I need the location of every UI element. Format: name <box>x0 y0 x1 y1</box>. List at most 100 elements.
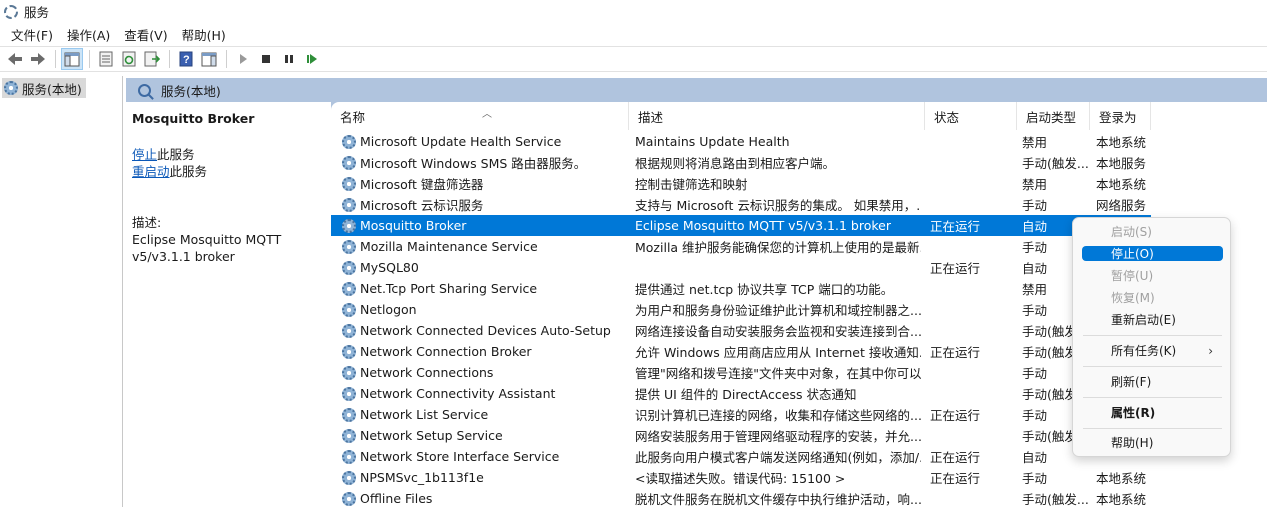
service-row[interactable]: Network Connection Broker 允许 Windows 应用商店… <box>331 341 1151 362</box>
export-icon[interactable] <box>141 48 163 70</box>
column-header-log-on-as[interactable]: 登录为 <box>1090 102 1151 130</box>
column-header-description[interactable]: 描述 <box>629 102 925 130</box>
service-row[interactable]: Network Setup Service 网络安装服务用于管理网络驱动程序的安装… <box>331 425 1151 446</box>
gear-icon <box>342 281 356 296</box>
service-name: Microsoft Windows SMS 路由器服务。 <box>360 156 587 171</box>
service-log-on-as: 本地系统 <box>1096 135 1147 150</box>
service-row[interactable]: Microsoft 键盘筛选器 控制击键筛选和映射 禁用 本地系统 <box>331 173 1151 194</box>
service-row[interactable]: Network Store Interface Service 此服务向用户模式客… <box>331 446 1151 467</box>
service-row[interactable]: Microsoft Windows SMS 路由器服务。 根据规则将消息路由到相应… <box>331 152 1151 173</box>
menu-view[interactable]: 查看(V) <box>117 25 174 44</box>
service-description: 根据规则将消息路由到相应客户端。 <box>635 156 836 171</box>
service-name-cell: Network Connected Devices Auto-Setup <box>342 320 629 341</box>
service-name-cell: Mozilla Maintenance Service <box>342 236 629 257</box>
service-row[interactable]: Mosquitto Broker Eclipse Mosquitto MQTT v… <box>331 215 1151 236</box>
service-name: NPSMSvc_1b113f1e <box>360 470 484 485</box>
gear-icon <box>342 323 356 338</box>
service-log-on-as: 本地系统 <box>1096 177 1147 192</box>
gear-icon <box>342 386 356 401</box>
gear-icon <box>342 260 356 275</box>
service-log-on-as: 本地服务 <box>1096 156 1147 171</box>
menu-action[interactable]: 操作(A) <box>60 25 117 44</box>
service-row[interactable]: MySQL80 正在运行 自动 <box>331 257 1151 278</box>
service-name: Microsoft 云标识服务 <box>360 198 484 213</box>
action-pane-icon[interactable] <box>198 48 220 70</box>
service-row[interactable]: Mozilla Maintenance Service Mozilla 维护服务能… <box>331 236 1151 257</box>
service-status <box>930 278 1015 299</box>
service-status: 正在运行 <box>930 408 981 423</box>
service-row[interactable]: Network Connectivity Assistant 提供 UI 组件的 … <box>331 383 1151 404</box>
context-menu-help[interactable]: 帮助(H) <box>1082 435 1223 450</box>
service-name: Network List Service <box>360 407 489 422</box>
tree-item-services-local[interactable]: 服务(本地) <box>2 78 86 98</box>
service-row[interactable]: Network Connections 管理"网络和拨号连接"文件夹中对象，在其中… <box>331 362 1151 383</box>
properties-icon[interactable] <box>95 48 117 70</box>
service-row[interactable]: Offline Files 脱机文件服务在脱机文件缓存中执行维护活动，响... 手动… <box>331 488 1151 507</box>
context-menu-pause[interactable]: 暂停(U) <box>1082 268 1223 283</box>
stop-service-line: 停止此服务 <box>132 146 325 163</box>
context-menu-restart[interactable]: 重新启动(E) <box>1082 312 1223 327</box>
gear-icon <box>342 197 356 212</box>
service-startup-type: 禁用 <box>1022 177 1048 192</box>
pane-header-title: 服务(本地) <box>161 83 221 99</box>
gear-icon <box>342 155 356 170</box>
context-menu-all-tasks-label: 所有任务(K) <box>1111 344 1177 358</box>
context-menu-stop[interactable]: 停止(O) <box>1082 246 1223 261</box>
service-row[interactable]: Network List Service 识别计算机已连接的网络，收集和存储这些网… <box>331 404 1151 425</box>
svg-text:?: ? <box>183 54 190 66</box>
service-name-cell: Network Setup Service <box>342 425 629 446</box>
stop-service-icon[interactable] <box>255 48 277 70</box>
service-row[interactable]: Network Connected Devices Auto-Setup 网络连接… <box>331 320 1151 341</box>
toolbar: ? <box>0 46 1267 72</box>
service-name: Netlogon <box>360 302 417 317</box>
gear-icon <box>342 176 356 191</box>
column-header-status[interactable]: 状态 <box>925 102 1017 130</box>
service-status <box>930 194 1015 215</box>
window-title: 服务 <box>24 5 50 20</box>
service-status <box>930 362 1015 383</box>
service-startup-type: 禁用 <box>1022 135 1048 150</box>
gear-icon <box>342 365 356 380</box>
gear-icon <box>342 449 356 464</box>
service-description: 此服务向用户模式客户端发送网络通知(例如，添加/... <box>635 450 921 465</box>
pause-service-icon[interactable] <box>278 48 300 70</box>
start-service-icon[interactable] <box>232 48 254 70</box>
back-icon[interactable] <box>4 48 26 70</box>
service-description: 管理"网络和拨号连接"文件夹中对象，在其中你可以... <box>635 366 921 381</box>
menu-file[interactable]: 文件(F) <box>4 25 60 44</box>
service-row[interactable]: Net.Tcp Port Sharing Service 提供通过 net.tcp… <box>331 278 1151 299</box>
refresh-icon[interactable] <box>118 48 140 70</box>
console-tree-icon[interactable] <box>61 48 83 70</box>
pane-header: 服务(本地) <box>126 78 1267 102</box>
service-row[interactable]: Microsoft Update Health Service Maintains… <box>331 131 1151 152</box>
context-menu-all-tasks[interactable]: 所有任务(K) › <box>1082 343 1223 359</box>
service-row[interactable]: Microsoft 云标识服务 支持与 Microsoft 云标识服务的集成。 如… <box>331 194 1151 215</box>
service-name: Network Store Interface Service <box>360 449 560 464</box>
service-row[interactable]: NPSMSvc_1b113f1e <读取描述失败。错误代码: 15100 > 正在运… <box>331 467 1151 488</box>
forward-icon[interactable] <box>27 48 49 70</box>
service-row[interactable]: Netlogon 为用户和服务身份验证维护此计算机和域控制器之... 手动 <box>331 299 1151 320</box>
context-menu-properties[interactable]: 属性(R) <box>1082 405 1223 420</box>
service-description: Mozilla 维护服务能确保您的计算机上使用的是最新... <box>635 240 921 255</box>
column-header-startup-type[interactable]: 启动类型 <box>1017 102 1090 130</box>
context-menu-start[interactable]: 启动(S) <box>1082 224 1223 239</box>
gear-icon <box>342 491 356 506</box>
context-menu-separator <box>1083 366 1222 367</box>
service-name-cell: Network Store Interface Service <box>342 446 629 467</box>
gear-icon <box>342 302 356 317</box>
service-name: Network Connection Broker <box>360 344 532 359</box>
service-status <box>930 383 1015 404</box>
context-menu-resume[interactable]: 恢复(M) <box>1082 290 1223 305</box>
service-description: Eclipse Mosquitto MQTT v5/v3.1.1 broker <box>635 218 891 233</box>
service-name-cell: Microsoft 键盘筛选器 <box>342 173 629 194</box>
restart-service-link[interactable]: 重启动 <box>132 164 170 179</box>
menu-help[interactable]: 帮助(H) <box>175 25 233 44</box>
context-menu-refresh[interactable]: 刷新(F) <box>1082 374 1223 389</box>
service-status <box>930 131 1015 152</box>
stop-service-link[interactable]: 停止 <box>132 147 157 162</box>
service-status <box>930 173 1015 194</box>
restart-service-icon[interactable] <box>301 48 323 70</box>
help-icon[interactable]: ? <box>175 48 197 70</box>
service-name-cell: Mosquitto Broker <box>342 215 629 236</box>
column-header-name[interactable]: 名称 <box>331 102 629 130</box>
